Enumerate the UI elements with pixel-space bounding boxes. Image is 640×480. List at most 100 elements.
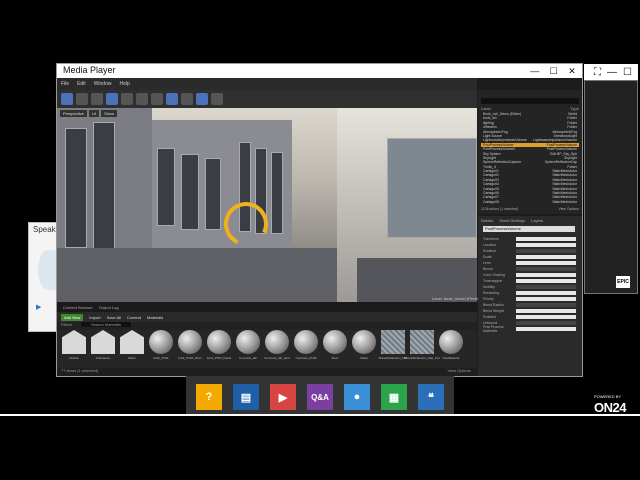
background-window: [584, 80, 638, 294]
property-field[interactable]: [516, 243, 576, 247]
property-field[interactable]: [516, 279, 576, 283]
property-field[interactable]: [516, 267, 576, 271]
property-label: Lens: [483, 261, 491, 265]
play-icon[interactable]: ▶: [36, 303, 41, 311]
asset-tile[interactable]: Metal: [351, 330, 377, 368]
perspective-button[interactable]: Perspective: [60, 110, 87, 117]
powered-by-label: POWERED BY: [594, 394, 622, 399]
tab-layers[interactable]: Layers: [531, 218, 543, 223]
property-label: Scale: [483, 255, 492, 259]
settings-icon[interactable]: [121, 93, 133, 105]
maximize-icon[interactable]: ☐: [623, 67, 632, 78]
asset-label: Metal: [360, 356, 368, 360]
property-field[interactable]: [516, 309, 576, 313]
asset-tile[interactable]: NewMaterial: [438, 330, 464, 368]
play-icon[interactable]: [196, 93, 208, 105]
property-field[interactable]: [516, 291, 576, 295]
view-options-button[interactable]: View Options: [558, 207, 579, 211]
property-field[interactable]: [516, 297, 576, 301]
property-field[interactable]: [516, 315, 576, 319]
property-field[interactable]: [516, 255, 576, 259]
property-field[interactable]: [516, 273, 576, 277]
asset-tile[interactable]: Concrete_POM: [293, 330, 319, 368]
property-field[interactable]: [516, 249, 576, 253]
asset-search-input[interactable]: Search Materials: [81, 322, 132, 327]
import-button[interactable]: Import: [89, 315, 100, 320]
blueprints-icon[interactable]: [136, 93, 148, 105]
tab-details[interactable]: Details: [481, 218, 493, 223]
outliner-search-input[interactable]: [481, 98, 579, 104]
launch-icon[interactable]: [211, 93, 223, 105]
compile-icon[interactable]: [181, 93, 193, 105]
help-icon[interactable]: ?: [196, 384, 222, 410]
property-label: Enabled: [483, 315, 496, 319]
divider: [0, 414, 640, 416]
asset-tile[interactable]: Concrete_dkr_dmd: [264, 330, 290, 368]
actor-name-field[interactable]: PostProcessVolume: [483, 226, 575, 232]
asset-tile[interactable]: Default: [61, 330, 87, 368]
marketplace-icon[interactable]: [106, 93, 118, 105]
asset-tile[interactable]: brick_POM_Worn: [177, 330, 203, 368]
save-all-button[interactable]: Save All: [107, 315, 121, 320]
asset-tile[interactable]: Floor: [322, 330, 348, 368]
slides-icon[interactable]: ▤: [233, 384, 259, 410]
tab-content-browser[interactable]: Content Browser: [63, 305, 93, 310]
tab-world-settings[interactable]: World Settings: [499, 218, 525, 223]
view-options-button[interactable]: View Options: [448, 368, 472, 373]
atrium-glass: [387, 138, 477, 238]
speaker-bio-icon[interactable]: ●: [344, 384, 370, 410]
asset-tile[interactable]: PlanarReflection_Mat_Inst: [404, 330, 440, 368]
label-column[interactable]: Label: [481, 106, 491, 111]
asset-thumbnail: [178, 330, 202, 354]
asset-tile[interactable]: Water: [119, 330, 145, 368]
asset-tile[interactable]: Concrete_dkr: [235, 330, 261, 368]
level-viewport[interactable]: [57, 108, 477, 302]
path-materials[interactable]: Materials: [147, 315, 163, 320]
maximize-button[interactable]: ☐: [550, 66, 558, 77]
asset-label: Default: [69, 356, 79, 360]
media-icon[interactable]: ▶: [270, 384, 296, 410]
qa-icon[interactable]: Q&A: [307, 384, 333, 410]
menu-edit[interactable]: Edit: [77, 81, 86, 87]
type-column[interactable]: Type: [570, 106, 579, 111]
editor-toolbar: [57, 90, 477, 108]
chat-icon[interactable]: ❝: [418, 384, 444, 410]
asset-tile[interactable]: Substance: [90, 330, 116, 368]
menu-file[interactable]: File: [61, 81, 69, 87]
close-button[interactable]: ✕: [568, 66, 576, 77]
speaker-avatar: [38, 250, 58, 290]
asset-tile-selected[interactable]: brick_POM_Detail: [206, 330, 232, 368]
menu-help[interactable]: Help: [119, 81, 129, 87]
save-icon[interactable]: [61, 93, 73, 105]
property-field[interactable]: [516, 327, 576, 331]
filters-button[interactable]: Filters: [61, 322, 72, 327]
property-field[interactable]: [516, 321, 576, 325]
minimize-button[interactable]: —: [530, 66, 539, 76]
asset-thumbnail: [294, 330, 318, 354]
property-field[interactable]: [516, 303, 576, 307]
show-button[interactable]: Show: [101, 110, 118, 117]
add-new-button[interactable]: Add New: [61, 313, 84, 321]
cinematics-icon[interactable]: [151, 93, 163, 105]
asset-tile[interactable]: PlanarReflection_Mat: [379, 330, 407, 368]
outliner-row[interactable]: Cartago08 StaticMeshActor: [481, 200, 579, 204]
property-field[interactable]: [516, 237, 576, 241]
media-player-titlebar[interactable]: [57, 64, 582, 78]
path-content[interactable]: Content: [127, 315, 141, 320]
build-icon[interactable]: [166, 93, 178, 105]
menu-window[interactable]: Window: [94, 81, 112, 87]
property-field[interactable]: [516, 261, 576, 265]
resources-icon[interactable]: ▦: [381, 384, 407, 410]
asset-label: NewMaterial: [442, 356, 460, 360]
property-field[interactable]: [516, 285, 576, 289]
fullscreen-icon[interactable]: ⛶: [594, 67, 601, 78]
content-icon[interactable]: [91, 93, 103, 105]
asset-tile[interactable]: brick_POM: [148, 330, 174, 368]
lit-button[interactable]: Lit: [88, 110, 100, 117]
content-browser-footer: 77 items (1 selected) View Options: [57, 368, 477, 376]
outliner-header: Label Type: [481, 106, 579, 111]
source-control-icon[interactable]: [76, 93, 88, 105]
tab-output-log[interactable]: Output Log: [99, 305, 119, 310]
asset-label: Water: [128, 356, 136, 360]
minimize-icon[interactable]: —: [607, 67, 617, 78]
